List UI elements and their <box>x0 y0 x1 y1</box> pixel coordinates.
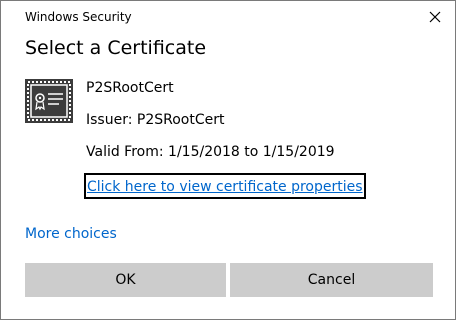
ok-button-label: OK <box>115 272 136 288</box>
close-icon[interactable] <box>427 9 443 25</box>
cancel-button[interactable]: Cancel <box>230 263 433 297</box>
dialog-heading: Select a Certificate <box>25 37 207 59</box>
title-bar: Windows Security <box>1 1 455 33</box>
certificate-issuer: Issuer: P2SRootCert <box>86 112 225 128</box>
more-choices-link[interactable]: More choices <box>25 226 117 242</box>
window-title: Windows Security <box>25 10 132 24</box>
certificate-icon[interactable] <box>25 79 73 123</box>
cancel-button-label: Cancel <box>307 272 356 288</box>
certificate-validity: Valid From: 1/15/2018 to 1/15/2019 <box>86 144 335 160</box>
certificate-properties-link-text[interactable]: Click here to view certificate propertie… <box>87 179 363 195</box>
ok-button[interactable]: OK <box>25 263 226 297</box>
certificate-properties-link[interactable]: Click here to view certificate propertie… <box>84 173 366 199</box>
certificate-name: P2SRootCert <box>86 80 174 96</box>
certificate-dialog: Windows Security Select a Certificate P2… <box>0 0 456 320</box>
